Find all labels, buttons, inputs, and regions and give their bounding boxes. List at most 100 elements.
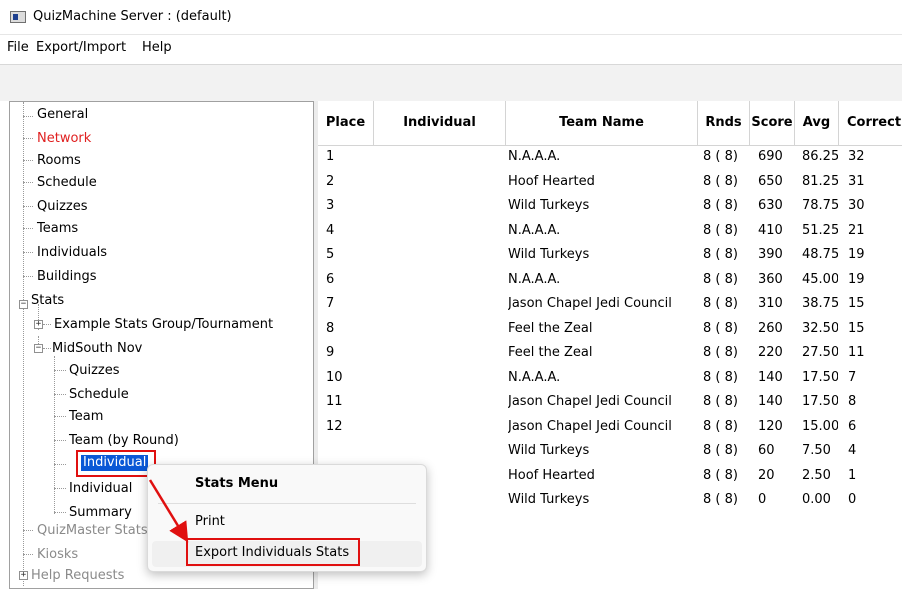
table-cell: 48.75 — [802, 247, 838, 262]
table-cell: 19 — [848, 271, 865, 287]
table-header: Place Individual Team Name Rnds Score Av… — [318, 101, 902, 146]
table-cell: 9 — [326, 345, 335, 360]
tree-item-individuals[interactable]: Individuals — [37, 245, 107, 261]
col-header-avg[interactable]: Avg — [795, 101, 839, 145]
table-cell: 3 — [326, 198, 335, 213]
table-row[interactable]: 2 Hoof Hearted 8 ( 8) 650 81.25 31 — [318, 170, 902, 194]
table-cell: Hoof Hearted — [508, 173, 595, 189]
table-cell: 8 ( 8) — [703, 198, 738, 213]
table-cell: Jason Chapel Jedi Council — [508, 418, 672, 434]
table-row[interactable]: 8 Feel the Zeal 8 ( 8) 260 32.50 15 — [318, 317, 902, 341]
midsouth-collapse-icon[interactable]: − — [34, 344, 43, 353]
tree-item-buildings[interactable]: Buildings — [37, 269, 97, 285]
table-row[interactable]: 7 Jason Chapel Jedi Council 8 ( 8) 310 38.75… — [318, 292, 902, 316]
table-cell: 19 — [848, 247, 865, 262]
table-cell: 8 ( 8) — [703, 467, 738, 483]
table-cell: 86.25 — [802, 149, 838, 164]
table-cell: 38.75 — [802, 296, 838, 311]
table-cell: 12 — [326, 418, 343, 434]
table-cell: Feel the Zeal — [508, 320, 593, 336]
table-cell: 32.50 — [802, 320, 838, 336]
table-cell: 0 — [758, 492, 767, 507]
table-cell: Wild Turkeys — [508, 443, 590, 458]
tree-item-stats[interactable]: Stats — [31, 293, 64, 309]
tree-item-summary[interactable]: Summary — [69, 505, 132, 521]
example-group-expand-icon[interactable]: + — [34, 320, 43, 329]
table-cell: 0 — [848, 492, 857, 507]
tree-item-team-by-round[interactable]: Team (by Round) — [69, 433, 179, 449]
stats-collapse-icon[interactable]: − — [19, 300, 28, 309]
menu-item-print[interactable]: Print — [195, 514, 225, 529]
app-icon — [10, 11, 26, 23]
tree-item-individual-2[interactable]: Individual — [69, 481, 132, 497]
tree-item-network[interactable]: Network — [37, 131, 91, 147]
table-cell — [382, 170, 502, 194]
col-header-score[interactable]: Score — [750, 101, 795, 145]
tree-item-teams[interactable]: Teams — [37, 221, 78, 237]
col-header-individual[interactable]: Individual — [374, 101, 506, 145]
table-cell — [382, 268, 502, 292]
table-row[interactable]: 3 Wild Turkeys 8 ( 8) 630 78.75 30 — [318, 194, 902, 218]
table-cell: 7 — [326, 296, 335, 311]
table-row[interactable]: 10 N.A.A.A. 8 ( 8) 140 17.50 7 — [318, 366, 902, 390]
tree-item-midsouth-quizzes[interactable]: Quizzes — [69, 363, 120, 379]
table-cell — [382, 341, 502, 365]
table-row[interactable]: 12 Jason Chapel Jedi Council 8 ( 8) 120 15.0… — [318, 415, 902, 439]
table-cell: 6 — [848, 418, 857, 434]
col-header-place[interactable]: Place — [318, 101, 374, 145]
highlight-box-individual — [76, 450, 156, 477]
table-cell: 17.50 — [802, 394, 838, 409]
col-header-rnds[interactable]: Rnds — [698, 101, 750, 145]
tree-item-help-requests[interactable]: Help Requests — [31, 568, 124, 584]
table-cell: 78.75 — [802, 198, 838, 213]
menu-file[interactable]: File — [7, 40, 29, 55]
col-header-correct[interactable]: Correct — [839, 101, 902, 145]
table-cell — [382, 366, 502, 390]
menu-export-import[interactable]: Export/Import — [36, 40, 126, 55]
table-cell — [382, 219, 502, 243]
table-cell: 360 — [758, 271, 783, 287]
table-row[interactable]: Wild Turkeys 8 ( 8) 60 7.50 4 — [318, 439, 902, 463]
table-cell: 15 — [848, 296, 865, 311]
tree-item-midsouth-nov[interactable]: MidSouth Nov — [52, 341, 142, 357]
table-cell: 8 ( 8) — [703, 369, 738, 385]
table-cell: 410 — [758, 222, 783, 238]
table-row[interactable]: 4 N.A.A.A. 8 ( 8) 410 51.25 21 — [318, 219, 902, 243]
tree-item-rooms[interactable]: Rooms — [37, 153, 81, 169]
table-cell: 51.25 — [802, 222, 838, 238]
table-cell: 8 ( 8) — [703, 296, 738, 311]
table-cell — [382, 292, 502, 316]
tree-item-quizmaster-stats[interactable]: QuizMaster Stats — [37, 523, 148, 539]
context-menu-title: Stats Menu — [195, 476, 279, 491]
tree-item-general[interactable]: General — [37, 107, 88, 123]
table-cell — [382, 390, 502, 414]
col-header-team-name[interactable]: Team Name — [506, 101, 698, 145]
table-row[interactable]: 9 Feel the Zeal 8 ( 8) 220 27.50 11 — [318, 341, 902, 365]
table-row[interactable]: 6 N.A.A.A. 8 ( 8) 360 45.00 19 — [318, 268, 902, 292]
table-row[interactable]: 11 Jason Chapel Jedi Council 8 ( 8) 140 17.5… — [318, 390, 902, 414]
tree-item-schedule[interactable]: Schedule — [37, 175, 97, 191]
table-cell: 11 — [326, 394, 343, 409]
table-cell: 31 — [848, 173, 865, 189]
table-cell: 45.00 — [802, 271, 838, 287]
tree-item-midsouth-schedule[interactable]: Schedule — [69, 387, 129, 403]
menu-help[interactable]: Help — [142, 40, 172, 55]
table-cell: 8 ( 8) — [703, 222, 738, 238]
tree-item-quizzes[interactable]: Quizzes — [37, 199, 88, 215]
tree-item-example-stats-group[interactable]: Example Stats Group/Tournament — [54, 317, 273, 333]
table-row[interactable]: 1 N.A.A.A. 8 ( 8) 690 86.25 32 — [318, 145, 902, 169]
table-cell: 8 ( 8) — [703, 394, 738, 409]
table-row[interactable]: 5 Wild Turkeys 8 ( 8) 390 48.75 19 — [318, 243, 902, 267]
tree-item-kiosks[interactable]: Kiosks — [37, 547, 78, 563]
table-cell: Feel the Zeal — [508, 345, 593, 360]
help-requests-expand-icon[interactable]: + — [19, 571, 28, 580]
tree-item-team[interactable]: Team — [69, 409, 103, 425]
table-cell — [382, 317, 502, 341]
table-cell: 8 ( 8) — [703, 418, 738, 434]
table-cell: 8 ( 8) — [703, 443, 738, 458]
table-cell — [326, 439, 366, 463]
table-cell: 650 — [758, 173, 783, 189]
table-cell: 27.50 — [802, 345, 838, 360]
table-cell: Hoof Hearted — [508, 467, 595, 483]
table-cell: 1 — [326, 149, 335, 164]
